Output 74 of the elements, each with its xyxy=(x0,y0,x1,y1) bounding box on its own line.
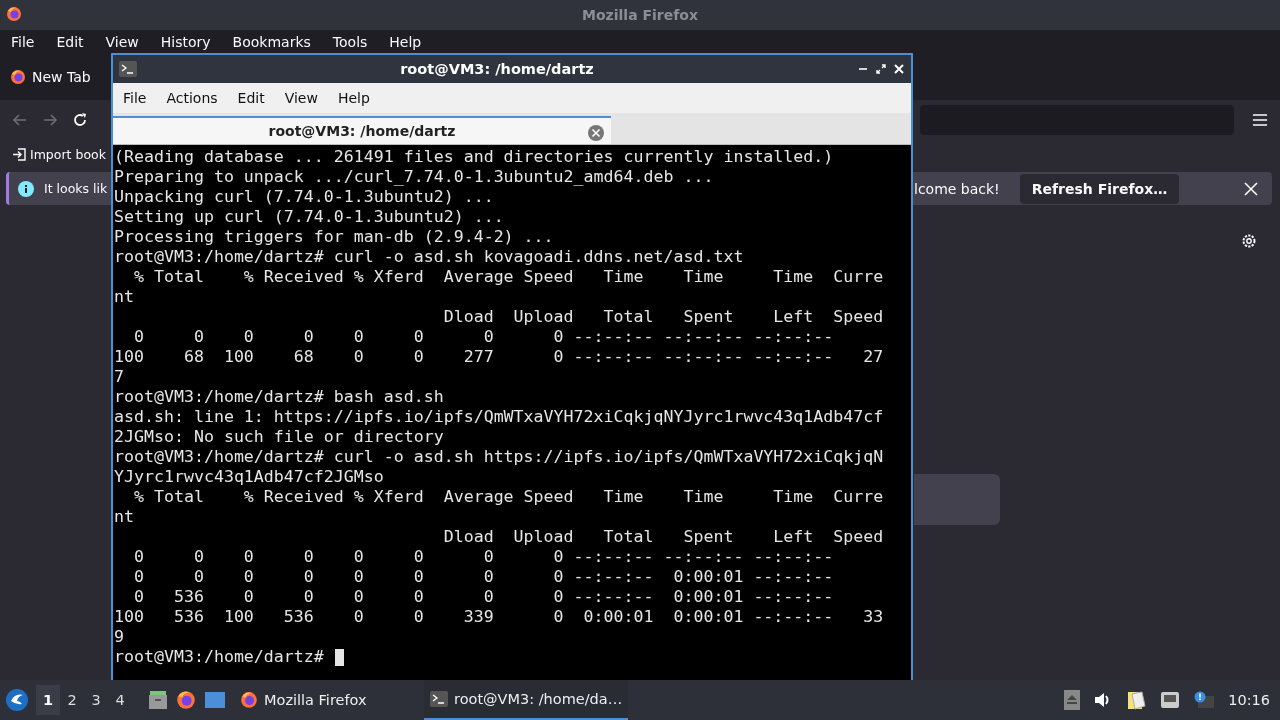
terminal-line: root@VM3:/home/dartz# curl -o asd.sh https://ipfs.io/ipfs/QmWTxaVYH72xiCqkjqN xyxy=(114,447,885,467)
refresh-button[interactable]: Refresh Firefox… xyxy=(1019,173,1180,204)
terminal-line: 0 0 0 0 0 0 0 0 --:--:-- --:--:-- --:--:-- xyxy=(132,547,835,567)
terminal-line: 9 xyxy=(114,627,125,647)
clipboard-icon[interactable] xyxy=(1126,690,1147,710)
taskbar-task[interactable]: Mozilla Firefox xyxy=(234,680,424,720)
file-cabinet-icon[interactable] xyxy=(148,690,168,710)
window-title: Mozilla Firefox xyxy=(582,7,698,23)
terminal-line: Setting up curl (7.74.0-1.3ubuntu2) ... xyxy=(114,207,505,227)
forward-arrow-icon[interactable] xyxy=(42,112,58,128)
terminal-icon xyxy=(430,691,448,707)
workspace-button[interactable]: 3 xyxy=(84,685,108,715)
back-arrow-icon[interactable] xyxy=(12,112,28,128)
terminal-line: asd.sh: line 1: https://ipfs.io/ipfs/QmWTxaVYH72xiCqkjqNYJyrc1rwvc43q1Adb47cf xyxy=(114,407,885,427)
bookmark-item[interactable]: Import book xyxy=(12,146,106,162)
browser-tab[interactable]: New Tab xyxy=(10,69,91,85)
terminal-icon xyxy=(119,61,137,77)
info-icon xyxy=(18,180,34,197)
window-title: root@VM3: /home/dartz xyxy=(399,61,595,77)
menu-item[interactable]: View xyxy=(98,34,146,50)
menu-item[interactable]: Edit xyxy=(49,34,91,50)
terminal-line: 0 0 0 0 0 0 0 0 --:--:-- 0:00:01 --:--:-- xyxy=(132,567,835,587)
reload-icon[interactable] xyxy=(72,112,88,128)
terminal-line: 100 68 100 68 0 0 277 0 --:--:-- --:--:-- --:--:-- 27 xyxy=(114,347,885,367)
restore-icon[interactable] xyxy=(875,63,887,75)
menu-item[interactable]: History xyxy=(153,34,218,50)
menu-item[interactable]: Bookmarks xyxy=(225,34,318,50)
terminal-line: Unpacking curl (7.74.0-1.3ubuntu2) ... xyxy=(114,187,495,207)
clock: 10:16 xyxy=(1228,692,1270,708)
terminal-line: 0 536 0 0 0 0 0 0 --:--:-- 0:00:01 --:--:-- xyxy=(132,587,835,607)
search-field[interactable] xyxy=(914,474,1000,525)
menu-item[interactable]: Actions xyxy=(158,90,226,106)
workspace-button[interactable]: 2 xyxy=(60,685,84,715)
start-menu-icon[interactable] xyxy=(6,689,28,711)
import-icon xyxy=(12,146,27,162)
network-icon[interactable] xyxy=(1160,691,1181,709)
terminal-line: Processing triggers for man-db (2.9.4-2) ... xyxy=(114,227,555,247)
notification-icon[interactable] xyxy=(1194,691,1215,709)
terminal-line: nt xyxy=(114,287,135,307)
notification-message: lcome back! xyxy=(914,180,1000,197)
terminal-line: 100 536 100 536 0 0 339 0 0:00:01 0:00:01 --:--:-- 33 xyxy=(114,607,885,627)
terminal-line: 0 0 0 0 0 0 0 0 --:--:-- --:--:-- --:--:-- xyxy=(132,327,835,347)
menu-icon[interactable] xyxy=(1252,113,1268,127)
close-icon[interactable] xyxy=(893,63,905,75)
terminal-line: Dload Upload Total Spent Left Speed xyxy=(442,527,885,547)
window-icon[interactable] xyxy=(204,690,226,710)
terminal-line: 2JGMso: No such file or directory xyxy=(114,427,445,447)
terminal-line: (Reading database ... 261491 files and directories currently installed.) xyxy=(114,147,835,167)
terminal-line: root@VM3:/home/dartz# curl -o asd.sh kovagoadi.ddns.net/asd.txt xyxy=(114,247,745,267)
terminal-line: root@VM3:/home/dartz# bash asd.sh xyxy=(114,387,445,407)
terminal-line: Dload Upload Total Spent Left Speed xyxy=(442,307,885,327)
menu-item[interactable]: Help xyxy=(329,90,378,106)
terminal-line: % Total % Received % Xferd Average Speed Time Time Time Curre xyxy=(132,267,885,287)
terminal-line: Preparing to unpack .../curl_7.74.0-1.3ubuntu2_amd64.deb ... xyxy=(114,167,715,187)
menu-item[interactable]: View xyxy=(276,90,326,106)
terminal-tab[interactable]: root@VM3: /home/dartz xyxy=(113,116,611,144)
menu-item[interactable]: Edit xyxy=(229,90,273,106)
taskbar-task[interactable]: root@VM3: /home/da… xyxy=(424,680,629,720)
cursor-icon xyxy=(334,648,344,666)
eject-icon[interactable] xyxy=(1064,690,1081,710)
workspace-button[interactable]: 1 xyxy=(36,685,60,715)
terminal-line: nt xyxy=(114,507,135,527)
workspace-button[interactable]: 4 xyxy=(108,685,132,715)
terminal-line: % Total % Received % Xferd Average Speed Time Time Time Curre xyxy=(132,487,885,507)
menu-item[interactable]: File xyxy=(4,34,42,50)
terminal-prompt: root@VM3:/home/dartz# xyxy=(114,647,324,667)
terminal-line: YJyrc1rwvc43q1Adb47cf2JGMso xyxy=(114,467,385,487)
menu-item[interactable]: Tools xyxy=(325,34,375,50)
close-icon[interactable] xyxy=(1244,181,1258,196)
menu-item[interactable]: File xyxy=(115,90,155,106)
menu-item[interactable]: Help xyxy=(382,34,429,50)
terminal-line: 7 xyxy=(114,367,125,387)
notification-message: It looks lik xyxy=(44,181,109,196)
settings-icon[interactable] xyxy=(1241,233,1257,249)
